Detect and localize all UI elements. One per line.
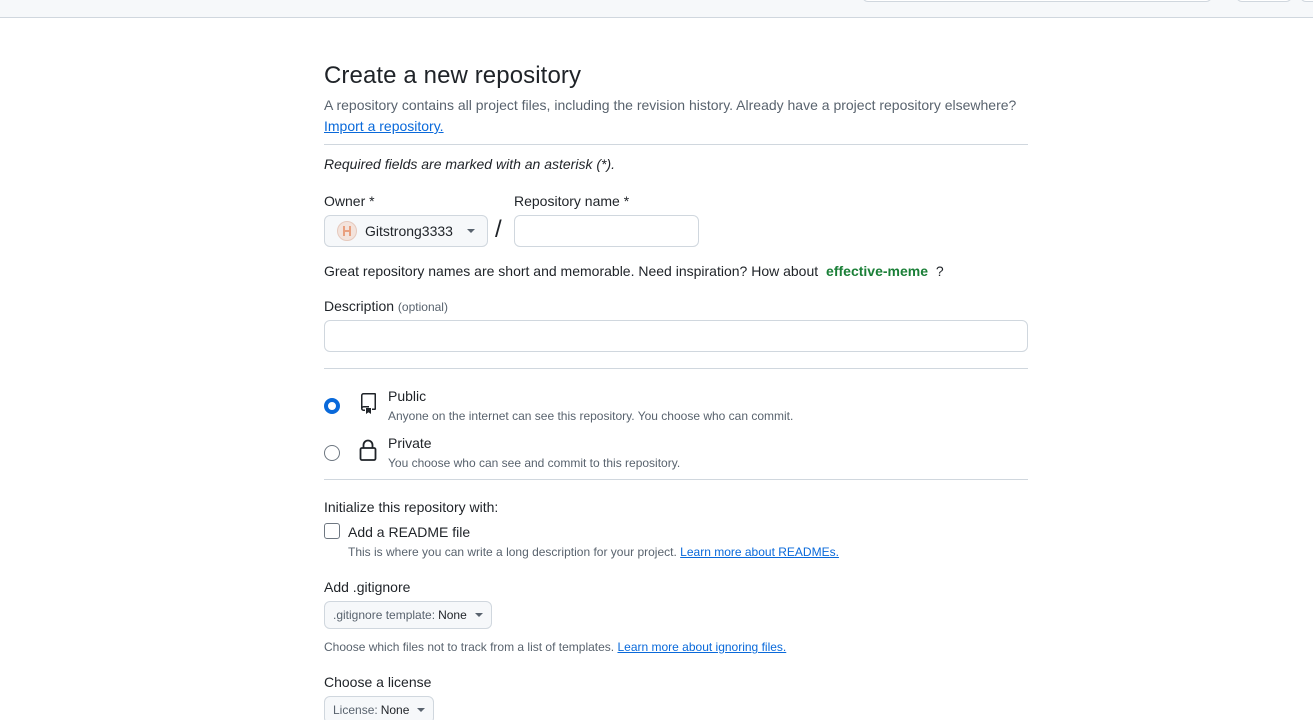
gitignore-select-value: None	[438, 608, 467, 622]
learn-more-readmes-link[interactable]: Learn more about READMEs.	[680, 545, 839, 559]
description-label: Description (optional)	[324, 298, 448, 314]
gitignore-description: Choose which files not to track from a l…	[324, 640, 786, 654]
readme-description-text: This is where you can write a long descr…	[348, 545, 677, 559]
page-title: Create a new repository	[324, 62, 582, 89]
gitignore-heading: Add .gitignore	[324, 579, 411, 595]
private-option-title: Private	[388, 435, 432, 451]
top-header-bar	[0, 0, 1313, 18]
owner-select[interactable]: Gitstrong3333	[324, 215, 488, 247]
divider	[324, 368, 1028, 369]
license-select-value: None	[380, 703, 410, 717]
private-option-description: You choose who can see and commit to thi…	[388, 456, 681, 470]
public-option-title: Public	[388, 388, 427, 404]
gitignore-select-prefix: .gitignore template:	[333, 608, 436, 622]
optional-tag: (optional)	[397, 300, 448, 314]
private-radio[interactable]	[324, 445, 340, 461]
search-input[interactable]	[862, 0, 1212, 2]
description-input[interactable]	[324, 320, 1028, 352]
add-readme-checkbox[interactable]	[324, 523, 340, 539]
header-button[interactable]	[1236, 0, 1292, 2]
initialize-heading: Initialize this repository with:	[324, 499, 499, 515]
chevron-down-icon	[474, 613, 483, 617]
readme-description: This is where you can write a long descr…	[348, 545, 839, 559]
add-readme-label[interactable]: Add a README file	[348, 524, 470, 540]
public-option-description: Anyone on the internet can see this repo…	[388, 409, 794, 423]
description-label-text: Description	[324, 298, 395, 314]
divider	[324, 479, 1028, 480]
license-heading: Choose a license	[324, 674, 432, 690]
gitignore-template-select[interactable]: .gitignore template: None	[324, 601, 492, 629]
import-repository-link[interactable]: Import a repository.	[324, 118, 444, 134]
page-subtitle: A repository contains all project files,…	[324, 97, 1017, 113]
repo-icon	[361, 393, 376, 414]
hint-text: Great repository names are short and mem…	[324, 263, 819, 279]
header-button-secondary[interactable]	[1300, 0, 1313, 2]
name-suggestion-link[interactable]: effective-meme	[826, 263, 928, 279]
learn-more-ignoring-link[interactable]: Learn more about ignoring files.	[617, 640, 786, 654]
owner-repo-separator: /	[495, 216, 502, 243]
license-select[interactable]: License: None	[324, 696, 435, 720]
owner-label: Owner *	[324, 193, 375, 209]
repository-name-hint: Great repository names are short and mem…	[324, 263, 944, 279]
repository-name-label: Repository name *	[514, 193, 630, 209]
chevron-down-icon	[417, 708, 426, 712]
public-radio[interactable]	[324, 398, 340, 414]
divider	[324, 144, 1028, 145]
required-fields-note: Required fields are marked with an aster…	[324, 156, 616, 172]
repository-name-input[interactable]	[514, 215, 699, 247]
lock-icon	[359, 439, 377, 461]
avatar	[337, 221, 357, 241]
gitignore-description-text: Choose which files not to track from a l…	[324, 640, 615, 654]
license-select-prefix: License:	[333, 703, 378, 717]
owner-name: Gitstrong3333	[365, 223, 453, 239]
hint-suffix: ?	[935, 263, 944, 279]
chevron-down-icon	[466, 229, 475, 233]
